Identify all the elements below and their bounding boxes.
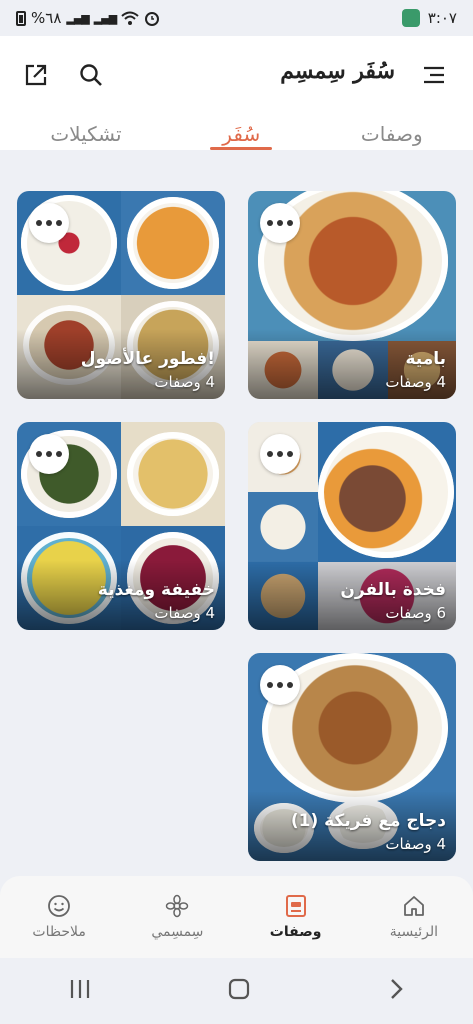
status-bar: %٦٨ ▂▄▆ ▂▄▆ ٣:٠٧: [0, 0, 473, 36]
share-button[interactable]: [20, 59, 52, 91]
menu-icon: [424, 66, 444, 84]
chevron-right-icon: [390, 979, 403, 999]
card-recipe-count: 4 وصفات: [385, 373, 446, 391]
collection-card-bamia[interactable]: بامية 4 وصفات: [248, 191, 456, 399]
system-navigation-bar: [0, 958, 473, 1024]
flower-icon: [166, 894, 189, 918]
nav-home[interactable]: الرئيسية: [364, 894, 464, 940]
card-title: فطور عالأصول!: [80, 349, 215, 369]
card-image-main: [318, 422, 456, 562]
battery-icon: [16, 10, 26, 26]
app-header: سُفَر سِمسِم تشكيلات سُفَر وصفات: [0, 36, 473, 150]
card-recipe-count: 4 وصفات: [385, 835, 446, 853]
wifi-icon: [121, 11, 139, 25]
smiley-icon: [48, 895, 71, 917]
home-icon: [403, 896, 424, 916]
nav-recipes[interactable]: وصفات: [246, 894, 346, 940]
tab-bar: تشكيلات سُفَر وصفات: [0, 118, 473, 150]
card-title: خفيفة ومغذية: [97, 580, 215, 600]
page-title: سُفَر سِمسِم: [280, 58, 395, 84]
recent-apps-button[interactable]: [68, 978, 92, 1004]
status-right: ٣:٠٧: [401, 9, 457, 27]
card-title: دجاج مع فريكة (1): [290, 811, 446, 831]
card-recipe-count: 4 وصفات: [154, 373, 215, 391]
clock: ٣:٠٧: [427, 9, 457, 27]
tab-collections-label: تشكيلات: [50, 122, 122, 146]
more-options-button[interactable]: [260, 203, 300, 243]
collection-card-light[interactable]: خفيفة ومغذية 4 وصفات: [17, 422, 225, 630]
card-image-thumb: [17, 191, 121, 295]
home-square-icon: [228, 978, 249, 1000]
bottom-navigation: ملاحظات سِمسِمي وصفات الرئيسية: [0, 876, 473, 958]
home-system-button[interactable]: [227, 977, 251, 1005]
collection-card-chicken-freekeh[interactable]: دجاج مع فريكة (1) 4 وصفات: [248, 653, 456, 861]
more-options-button[interactable]: [29, 434, 69, 474]
tab-sufar-label: سُفَر: [222, 122, 261, 146]
card-title: فخدة بالفرن: [340, 580, 446, 600]
card-title: بامية: [405, 349, 446, 369]
nav-simsimi-label: سِمسِمي: [151, 924, 204, 940]
search-button[interactable]: [75, 59, 107, 91]
card-image-thumb: [121, 191, 225, 295]
recent-apps-icon: [70, 980, 89, 998]
nav-home-label: الرئيسية: [389, 924, 438, 940]
signal-icon-2: ▂▄▆: [93, 11, 117, 25]
app-notification-icon: [401, 9, 420, 27]
card-image-thumb: [121, 422, 225, 526]
card-recipe-count: 4 وصفات: [154, 604, 215, 622]
search-icon: [80, 64, 102, 86]
card-recipe-count: 6 وصفات: [385, 604, 446, 622]
battery-percent: %٦٨: [31, 9, 62, 27]
more-options-button[interactable]: [29, 203, 69, 243]
tab-sufar[interactable]: سُفَر: [210, 118, 273, 150]
nav-notes[interactable]: ملاحظات: [9, 894, 109, 940]
nav-simsimi[interactable]: سِمسِمي: [127, 894, 227, 940]
tab-recipes-label: وصفات: [360, 122, 423, 146]
collection-card-breakfast[interactable]: فطور عالأصول! 4 وصفات: [17, 191, 225, 399]
recipe-book-icon: [285, 895, 306, 917]
nav-notes-label: ملاحظات: [32, 924, 86, 940]
external-link-icon: [25, 64, 47, 86]
tab-recipes[interactable]: وصفات: [361, 118, 423, 150]
card-image-thumb: [248, 492, 318, 562]
status-left: %٦٨ ▂▄▆ ▂▄▆: [16, 9, 160, 27]
back-button[interactable]: [386, 977, 406, 1005]
more-options-button[interactable]: [260, 665, 300, 705]
tab-collections[interactable]: تشكيلات: [50, 118, 121, 150]
signal-icon: ▂▄▆: [66, 11, 89, 25]
header-toolbar: سُفَر سِمسِم: [0, 36, 473, 114]
menu-button[interactable]: [418, 59, 450, 91]
alarm-icon: [145, 12, 160, 26]
nav-recipes-label: وصفات: [269, 924, 322, 940]
more-options-button[interactable]: [260, 434, 300, 474]
card-image-thumb: [17, 422, 121, 526]
collection-card-oven-thigh[interactable]: فخدة بالفرن 6 وصفات: [248, 422, 456, 630]
